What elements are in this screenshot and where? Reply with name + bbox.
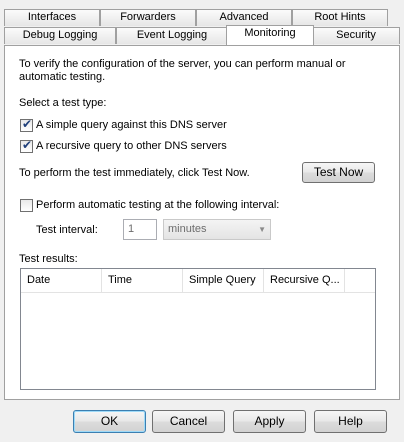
monitoring-panel: To verify the configuration of the serve…: [4, 45, 400, 400]
tab-monitoring[interactable]: Monitoring: [226, 25, 314, 45]
column-date[interactable]: Date: [21, 269, 102, 292]
intro-text-line2: automatic testing.: [19, 71, 106, 83]
tab-interfaces[interactable]: Interfaces: [4, 9, 100, 26]
interval-unit-select[interactable]: minutes ▼: [163, 219, 271, 240]
apply-button[interactable]: Apply: [233, 410, 306, 433]
intro-text-line1: To verify the configuration of the serve…: [19, 58, 346, 70]
check-icon: ✔: [21, 138, 33, 152]
column-recursive-query[interactable]: Recursive Q...: [264, 269, 345, 292]
tab-event-logging[interactable]: Event Logging: [116, 27, 228, 44]
interval-unit-value: minutes: [168, 223, 207, 235]
test-now-button[interactable]: Test Now: [302, 162, 375, 183]
simple-query-label[interactable]: A simple query against this DNS server: [36, 119, 227, 131]
immediate-test-text: To perform the test immediately, click T…: [19, 167, 250, 179]
test-results-list[interactable]: Date Time Simple Query Recursive Q...: [20, 268, 376, 390]
ok-button[interactable]: OK: [73, 410, 146, 433]
help-button[interactable]: Help: [314, 410, 387, 433]
recursive-query-label[interactable]: A recursive query to other DNS servers: [36, 140, 227, 152]
tab-advanced[interactable]: Advanced: [196, 9, 292, 26]
tab-debug-logging[interactable]: Debug Logging: [4, 27, 116, 44]
test-interval-label: Test interval:: [36, 224, 98, 236]
simple-query-checkbox[interactable]: ✔: [20, 117, 33, 132]
automatic-testing-checkbox[interactable]: [20, 199, 33, 212]
column-simple-query[interactable]: Simple Query: [183, 269, 264, 292]
recursive-query-checkbox[interactable]: ✔: [20, 138, 33, 153]
check-icon: ✔: [21, 117, 33, 131]
chevron-down-icon: ▼: [258, 225, 266, 234]
automatic-testing-label[interactable]: Perform automatic testing at the followi…: [36, 199, 279, 211]
test-interval-input[interactable]: 1: [123, 219, 157, 240]
column-time[interactable]: Time: [102, 269, 183, 292]
tab-forwarders[interactable]: Forwarders: [100, 9, 196, 26]
select-test-type-label: Select a test type:: [19, 97, 107, 109]
results-header: Date Time Simple Query Recursive Q...: [21, 269, 375, 292]
test-results-label: Test results:: [19, 253, 78, 265]
header-divider: [21, 292, 375, 293]
tab-root-hints[interactable]: Root Hints: [292, 9, 388, 26]
cancel-button[interactable]: Cancel: [152, 410, 225, 433]
tab-security[interactable]: Security: [312, 27, 400, 44]
